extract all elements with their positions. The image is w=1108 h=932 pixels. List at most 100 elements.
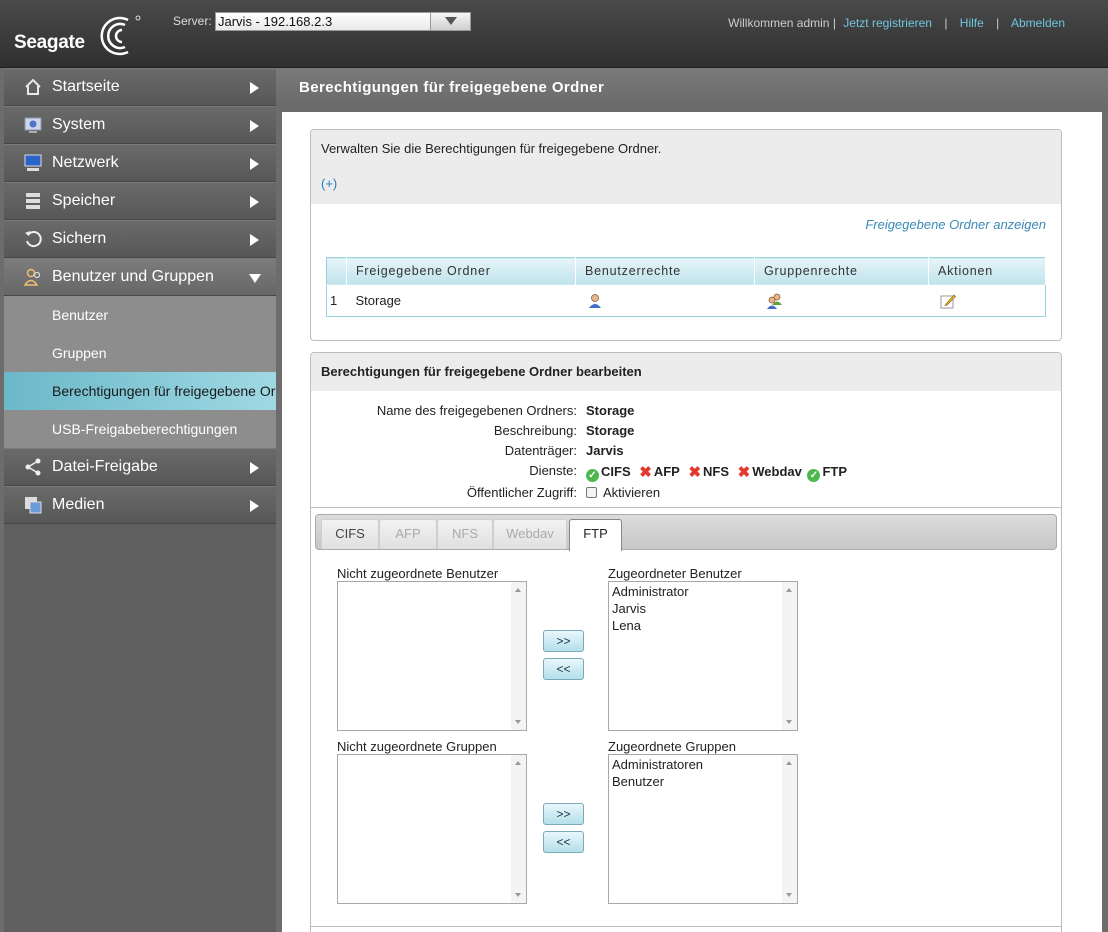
scrollbar[interactable] [511,582,526,730]
tab-afp[interactable]: AFP [379,519,437,549]
check-icon: ✓ [807,469,821,482]
chevron-right-icon [250,196,259,208]
description-value: Storage [586,423,635,438]
sidebar-subitem-gruppen[interactable]: Gruppen [4,334,276,372]
folder-info: Name des freigegebenen Ordners: Storage … [311,401,1061,503]
seagate-logo[interactable]: Seagate [14,14,144,58]
show-folders-link[interactable]: Freigegebene Ordner anzeigen [865,217,1046,232]
info-row-services: Dienste: ✓ CIFS ✖ AFP ✖ NFS ✖ Webdav ✓ FTP [311,461,1061,483]
remove-group-button[interactable]: << [543,831,584,853]
table-header-num [326,257,347,285]
sidebar-item-startseite[interactable]: Startseite [4,68,276,106]
scroll-up-icon[interactable] [515,761,521,765]
table-header-folder: Freigegebene Ordner [346,257,576,285]
table-header-group-rights: Gruppenrechte [754,257,929,285]
add-link[interactable]: (+) [321,176,1051,191]
name-label: Name des freigegebenen Ordners: [376,403,577,418]
list-item[interactable]: Administratoren [612,756,794,773]
tab-cifs[interactable]: CIFS [321,519,379,549]
row-folder-name: Storage [346,284,576,317]
scroll-down-icon[interactable] [515,893,521,897]
sidebar-item-label: System [52,116,106,133]
network-icon [24,154,42,171]
public-access-checkbox[interactable] [586,487,597,498]
sidebar-subitem-usb-permissions[interactable]: USB-Freigabeberechtigungen [4,410,276,448]
list-item[interactable]: Jarvis [612,600,794,617]
server-select[interactable]: Jarvis - 192.168.2.3 [215,12,471,31]
scrollbar[interactable] [511,755,526,903]
folder-list-panel: Verwalten Sie die Berechtigungen für fre… [310,129,1062,341]
add-group-button[interactable]: >> [543,803,584,825]
assigned-groups-list[interactable]: Administratoren Benutzer [608,754,798,904]
nav-separator: | [996,16,1000,30]
user-icon[interactable] [587,293,603,309]
edit-icon[interactable] [940,293,956,309]
cross-icon: ✖ [737,464,751,481]
protocol-tabbar: CIFS AFP NFS Webdav FTP [315,514,1057,551]
chevron-right-icon [250,82,259,94]
row-user-rights [575,284,755,317]
sidebar-item-medien[interactable]: Medien [4,486,276,524]
top-nav: Willkommen admin | Jetzt registrieren | … [728,16,1065,30]
scroll-down-icon[interactable] [786,720,792,724]
list-item[interactable]: Benutzer [612,773,794,790]
table-header-actions: Aktionen [928,257,1046,285]
description-label: Beschreibung: [493,423,577,438]
sidebar-item-netzwerk[interactable]: Netzwerk [4,144,276,182]
logo-text: Seagate [14,32,85,53]
logout-link[interactable]: Abmelden [1011,16,1065,30]
disk-label: Datenträger: [504,443,577,458]
sidebar-item-label: Datei-Freigabe [52,458,158,475]
media-icon [25,497,42,514]
scrollbar[interactable] [782,582,797,730]
scroll-down-icon[interactable] [786,893,792,897]
list-item[interactable]: Administrator [612,583,794,600]
sidebar-item-label: Speicher [52,192,116,209]
chevron-right-icon [250,120,259,132]
sidebar-item-benutzer-und-gruppen[interactable]: Benutzer und Gruppen [4,258,276,296]
sidebar-item-speicher[interactable]: Speicher [4,182,276,220]
cross-icon: ✖ [688,464,702,481]
sidebar-item-datei-freigabe[interactable]: Datei-Freigabe [4,448,276,486]
sidebar-item-sichern[interactable]: Sichern [4,220,276,258]
scroll-down-icon[interactable] [515,720,521,724]
chevron-down-icon [445,17,457,25]
remove-user-button[interactable]: << [543,658,584,680]
info-row-name: Name des freigegebenen Ordners: Storage [311,401,1061,421]
scroll-up-icon[interactable] [786,588,792,592]
page-title: Berechtigungen für freigegebene Ordner [276,68,1108,108]
sidebar-item-system[interactable]: System [4,106,276,144]
group-icon[interactable] [766,293,784,309]
header: Seagate Server: Jarvis - 192.168.2.3 Wil… [0,0,1108,68]
public-access-control: Aktivieren [586,485,660,500]
tab-webdav[interactable]: Webdav [493,519,567,549]
sidebar-subitem-benutzer[interactable]: Benutzer [4,296,276,334]
info-row-public-access: Öffentlicher Zugriff: Aktivieren [311,483,1061,503]
scroll-up-icon[interactable] [515,588,521,592]
public-access-checkbox-label[interactable]: Aktivieren [603,485,660,500]
assigned-users-list[interactable]: Administrator Jarvis Lena [608,581,798,731]
register-link[interactable]: Jetzt registrieren [843,16,932,30]
scrollbar[interactable] [782,755,797,903]
seagate-logo-icon [100,15,141,56]
assigned-users-label: Zugeordneter Benutzer [608,566,742,581]
chevron-right-icon [250,234,259,246]
server-select-value: Jarvis - 192.168.2.3 [218,14,333,29]
sidebar-subitem-folder-permissions[interactable]: Berechtigungen für freigegebene Ordner [4,372,276,410]
help-link[interactable]: Hilfe [960,16,984,30]
tab-ftp[interactable]: FTP [569,519,622,551]
nav-separator: | [944,16,948,30]
list-item[interactable]: Lena [612,617,794,634]
unassigned-groups-list[interactable] [337,754,527,904]
disk-value: Jarvis [586,443,624,458]
add-user-button[interactable]: >> [543,630,584,652]
unassigned-users-list[interactable] [337,581,527,731]
panel-description: Verwalten Sie die Berechtigungen für fre… [321,141,662,156]
server-select-arrow[interactable] [430,13,470,30]
scroll-up-icon[interactable] [786,761,792,765]
service-name: CIFS [601,464,631,479]
assigned-groups-label: Zugeordnete Gruppen [608,739,736,754]
sidebar-item-label: Netzwerk [52,154,119,171]
service-name: FTP [822,464,848,479]
tab-nfs[interactable]: NFS [437,519,493,549]
